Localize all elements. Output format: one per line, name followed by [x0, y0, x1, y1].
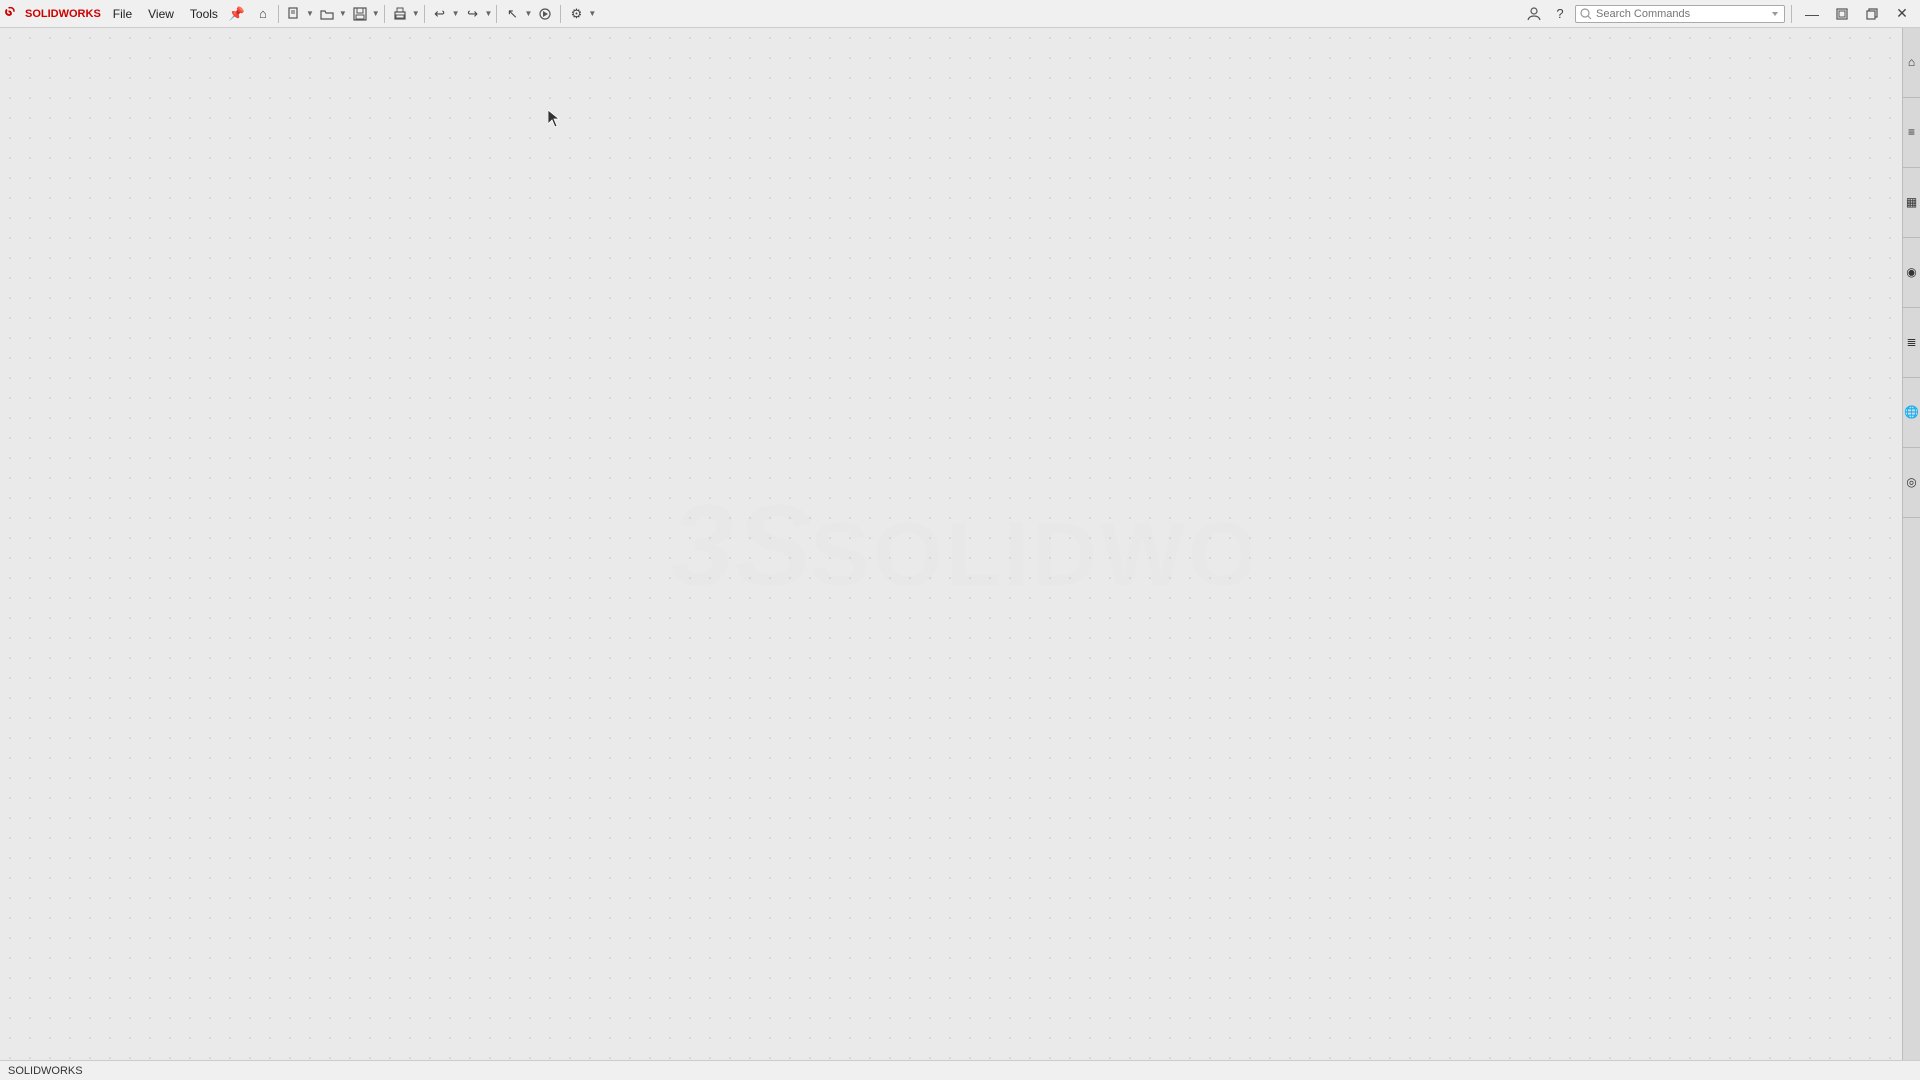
home-button-group: ⌂	[252, 3, 274, 25]
sidebar-tab-5-icon: ≣	[1906, 335, 1916, 349]
sidebar-tab-7-icon: ◎	[1906, 475, 1916, 489]
toolbar-right: ? — ✕	[1523, 3, 1920, 25]
open-dropdown-arrow[interactable]: ▼	[339, 9, 347, 18]
sidebar-tab-2-icon: ≡	[1908, 125, 1915, 139]
select-dropdown-arrow[interactable]: ▼	[524, 9, 532, 18]
status-bar: SOLIDWORKS	[0, 1060, 1920, 1080]
search-icon	[1580, 8, 1592, 20]
select-button[interactable]: ↖	[501, 3, 523, 25]
right-sidebar: ⌂ ≡ ▦ ◉ ≣ 🌐 ◎	[1902, 28, 1920, 1060]
sidebar-tab-4[interactable]: ◉	[1903, 238, 1920, 308]
user-account-button[interactable]	[1523, 3, 1545, 25]
select-button-group: ↖ ▼	[501, 3, 532, 25]
redo-button-group: ↪ ▼	[462, 3, 493, 25]
options-button-group: ⚙ ▼	[565, 3, 596, 25]
sidebar-tab-6-icon: 🌐	[1904, 405, 1919, 419]
search-dropdown-arrow[interactable]	[1770, 9, 1780, 19]
new-dropdown-arrow[interactable]: ▼	[306, 9, 314, 18]
sidebar-tab-5[interactable]: ≣	[1903, 308, 1920, 378]
app-name: SOLIDWORKS	[25, 8, 101, 20]
save-dropdown-arrow[interactable]: ▼	[372, 9, 380, 18]
save-button-group: ▼	[349, 3, 380, 25]
status-text: SOLIDWORKS	[8, 1065, 83, 1077]
sidebar-tab-6[interactable]: 🌐	[1903, 378, 1920, 448]
sidebar-tab-2[interactable]: ≡	[1903, 98, 1920, 168]
toolbar-sep-5	[560, 5, 561, 23]
home-button[interactable]: ⌂	[252, 3, 274, 25]
minimize-button[interactable]: —	[1798, 3, 1826, 25]
undo-button[interactable]: ↩	[429, 3, 451, 25]
menu-view[interactable]: View	[140, 3, 182, 25]
print-button-group: ▼	[389, 3, 420, 25]
search-box	[1575, 5, 1785, 23]
print-dropdown-arrow[interactable]: ▼	[412, 9, 420, 18]
title-bar: SOLIDWORKS File View Tools 📌 ⌂ ▼ ▼	[0, 0, 1920, 28]
window-controls: — ✕	[1798, 3, 1916, 25]
restore-button[interactable]	[1858, 3, 1886, 25]
new-button[interactable]	[283, 3, 305, 25]
sidebar-tab-3-icon: ▦	[1906, 195, 1917, 209]
print-button[interactable]	[389, 3, 411, 25]
new-button-group: ▼	[283, 3, 314, 25]
sidebar-tab-4-icon: ◉	[1906, 265, 1916, 279]
toolbar-sep-6	[1791, 5, 1792, 23]
options-dropdown-arrow[interactable]: ▼	[588, 9, 596, 18]
sidebar-tab-1-icon: ⌂	[1908, 55, 1915, 69]
pin-button[interactable]: 📌	[226, 3, 248, 25]
undo-button-group: ↩ ▼	[429, 3, 460, 25]
sidebar-tab-3[interactable]: ▦	[1903, 168, 1920, 238]
toolbar: ⌂ ▼ ▼ ▼	[248, 3, 1523, 25]
search-input[interactable]	[1596, 8, 1766, 20]
menu-tools[interactable]: Tools	[182, 3, 226, 25]
toolbar-sep-4	[496, 5, 497, 23]
undo-dropdown-arrow[interactable]: ▼	[452, 9, 460, 18]
toolbar-sep-3	[424, 5, 425, 23]
redo-button[interactable]: ↪	[462, 3, 484, 25]
sidebar-tab-7[interactable]: ◎	[1903, 448, 1920, 518]
brand-logo: SOLIDWORKS	[0, 5, 105, 23]
maximize-button[interactable]	[1828, 3, 1856, 25]
close-button[interactable]: ✕	[1888, 3, 1916, 25]
toolbar-sep-2	[384, 5, 385, 23]
solidworks-icon	[4, 5, 22, 23]
menu-bar: File View Tools	[105, 3, 226, 25]
rebuild-button[interactable]	[534, 3, 556, 25]
toolbar-sep-1	[278, 5, 279, 23]
open-button[interactable]	[316, 3, 338, 25]
help-button[interactable]: ?	[1549, 3, 1571, 25]
options-button[interactable]: ⚙	[565, 3, 587, 25]
redo-dropdown-arrow[interactable]: ▼	[485, 9, 493, 18]
save-button[interactable]	[349, 3, 371, 25]
main-canvas	[0, 28, 1902, 1060]
menu-file[interactable]: File	[105, 3, 140, 25]
open-button-group: ▼	[316, 3, 347, 25]
sidebar-tab-1[interactable]: ⌂	[1903, 28, 1920, 98]
